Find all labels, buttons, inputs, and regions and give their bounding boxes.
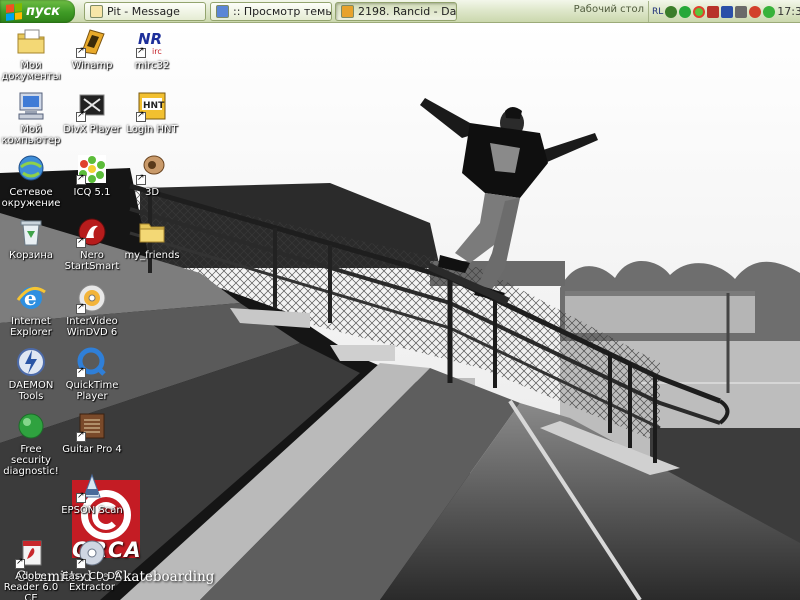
guitar-icon [76,410,108,442]
desktop-icon-label: my_friends [124,250,180,261]
desktop-icon-label: Guitar Pro 4 [62,444,122,455]
desktop-icon-label: EPSON Scan [61,505,123,516]
desktop-icon-label: Free security diagnostic! [3,444,59,477]
shield-icon[interactable] [665,5,678,18]
clock[interactable]: 17:30 [777,5,800,18]
acrobat-icon [15,537,47,569]
green-circle-icon[interactable] [679,5,692,18]
audio-icon[interactable] [735,5,748,18]
desktop-icon-label: Adobe Reader 6.0 CE [3,571,59,600]
daemon-icon [15,346,47,378]
desktop-icon-nero[interactable]: Nero StartSmart [61,216,123,272]
message-icon [90,5,103,18]
desktop-icon-free-security[interactable]: Free security diagnostic! [0,410,62,477]
desktop-icon-label: Easy CD-DA Extractor [62,571,122,593]
desktop-icon-epson-scan[interactable]: EPSON Scan [61,471,123,516]
mirc-icon: NR irc [136,26,168,58]
3d-icon [136,153,168,185]
start-label: пуск [26,4,60,19]
desktop-icon-login-hnt[interactable]: HNT Login HNT [121,90,183,135]
desktop-icon-label: QuickTime Player [65,380,119,402]
cd-icon [76,537,108,569]
taskbar-button-label: 2198. Rancid - Daly C... [358,5,457,18]
browser-icon [216,5,229,18]
icq-icon [76,153,108,185]
desktop-icon-label: 3D [144,187,160,198]
desktop-icon-my-documents[interactable]: Мои документы [0,26,62,82]
taskbar-button-label: Pit - Message [107,5,180,18]
computer-icon [15,90,47,122]
smile-icon[interactable] [763,5,776,18]
desktop-icon-mirc[interactable]: NRirc mirc32 [121,26,183,71]
svg-text:irc: irc [152,47,162,56]
taskbar-button-label: :: Просмотр темы - В... [233,5,332,18]
desktop-icon-winamp[interactable]: Winamp [61,26,123,71]
winamp-icon [76,26,108,58]
antivirus-icon[interactable] [707,5,720,18]
taskbar-button-message[interactable]: Pit - Message [84,2,206,21]
divx-icon [76,90,108,122]
desktop-icon-label: mirc32 [134,60,170,71]
epson-icon [76,471,108,503]
desktop-icon-daemon-tools[interactable]: DAEMON Tools [0,346,62,402]
network-icon [15,153,47,185]
desktop-icon-3d[interactable]: 3D [121,153,183,198]
desktop-icon-my-computer[interactable]: Мой компьютер [0,90,62,146]
folder-documents-icon [15,26,47,58]
taskbar: пуск Pit - Message :: Просмотр темы - В.… [0,0,800,23]
recycle-bin-icon [15,216,47,248]
taskbar-button-browser[interactable]: :: Просмотр темы - В... [210,2,332,21]
nero-icon [76,216,108,248]
volume-icon[interactable] [749,5,762,18]
start-button[interactable]: пуск [0,0,75,23]
ie-icon: e [15,282,47,314]
desktop-icon-windvd[interactable]: InterVideo WinDVD 6 [61,282,123,338]
desktop-icon-label: Login HNT [126,124,178,135]
icq-icon[interactable] [693,5,706,18]
desktop-icon-adobe-reader[interactable]: Adobe Reader 6.0 CE [0,537,62,600]
hnt-icon: HNT [136,90,168,122]
desktop-icon-label: Корзина [8,250,54,261]
desktop-icon-recycle-bin[interactable]: Корзина [0,216,62,261]
desktop-icon-label: Winamp [71,60,113,71]
desktop-icon-quicktime[interactable]: QuickTime Player [61,346,123,402]
winamp-icon [341,5,354,18]
desktop-icon-label: ICQ 5.1 [73,187,111,198]
desktop-icon-network[interactable]: Сетевое окружение [0,153,62,209]
desktop-icon-my-friends[interactable]: my_friends [121,216,183,261]
desktop-icon-label: Мои документы [1,60,61,82]
desktop-icon-label: Nero StartSmart [64,250,120,272]
desktop-icon-guitar-pro[interactable]: Guitar Pro 4 [61,410,123,455]
desktop-toolbar-label[interactable]: Рабочий стол [566,4,644,15]
desktop-icon-internet-explorer[interactable]: e Internet Explorer [0,282,62,338]
desktop-icon-label: DAEMON Tools [8,380,54,402]
security-icon [15,410,47,442]
desktop-icon-easy-cd-da[interactable]: Easy CD-DA Extractor [61,537,123,593]
desktop-icon-label: DivX Player [63,124,121,135]
taskbar-button-winamp[interactable]: 2198. Rancid - Daly C... [335,2,457,21]
windows-logo-icon [6,2,22,21]
folder-icon [136,216,168,248]
desktop-icon-label: Сетевое окружение [1,187,61,209]
dvd-icon [76,282,108,314]
desktop-icon-divx-player[interactable]: DivX Player [61,90,123,135]
language-indicator[interactable]: RL [652,7,663,17]
desktop-icon-label: InterVideo WinDVD 6 [66,316,118,338]
svg-text:HNT: HNT [143,101,165,111]
net-icon[interactable] [721,5,734,18]
quicktime-icon [76,346,108,378]
desktop-icon-icq[interactable]: ICQ 5.1 [61,153,123,198]
desktop-icon-label: Internet Explorer [10,316,52,338]
desktop-icon-label: Мой компьютер [1,124,61,146]
system-tray: RL 17:30 [648,1,800,22]
